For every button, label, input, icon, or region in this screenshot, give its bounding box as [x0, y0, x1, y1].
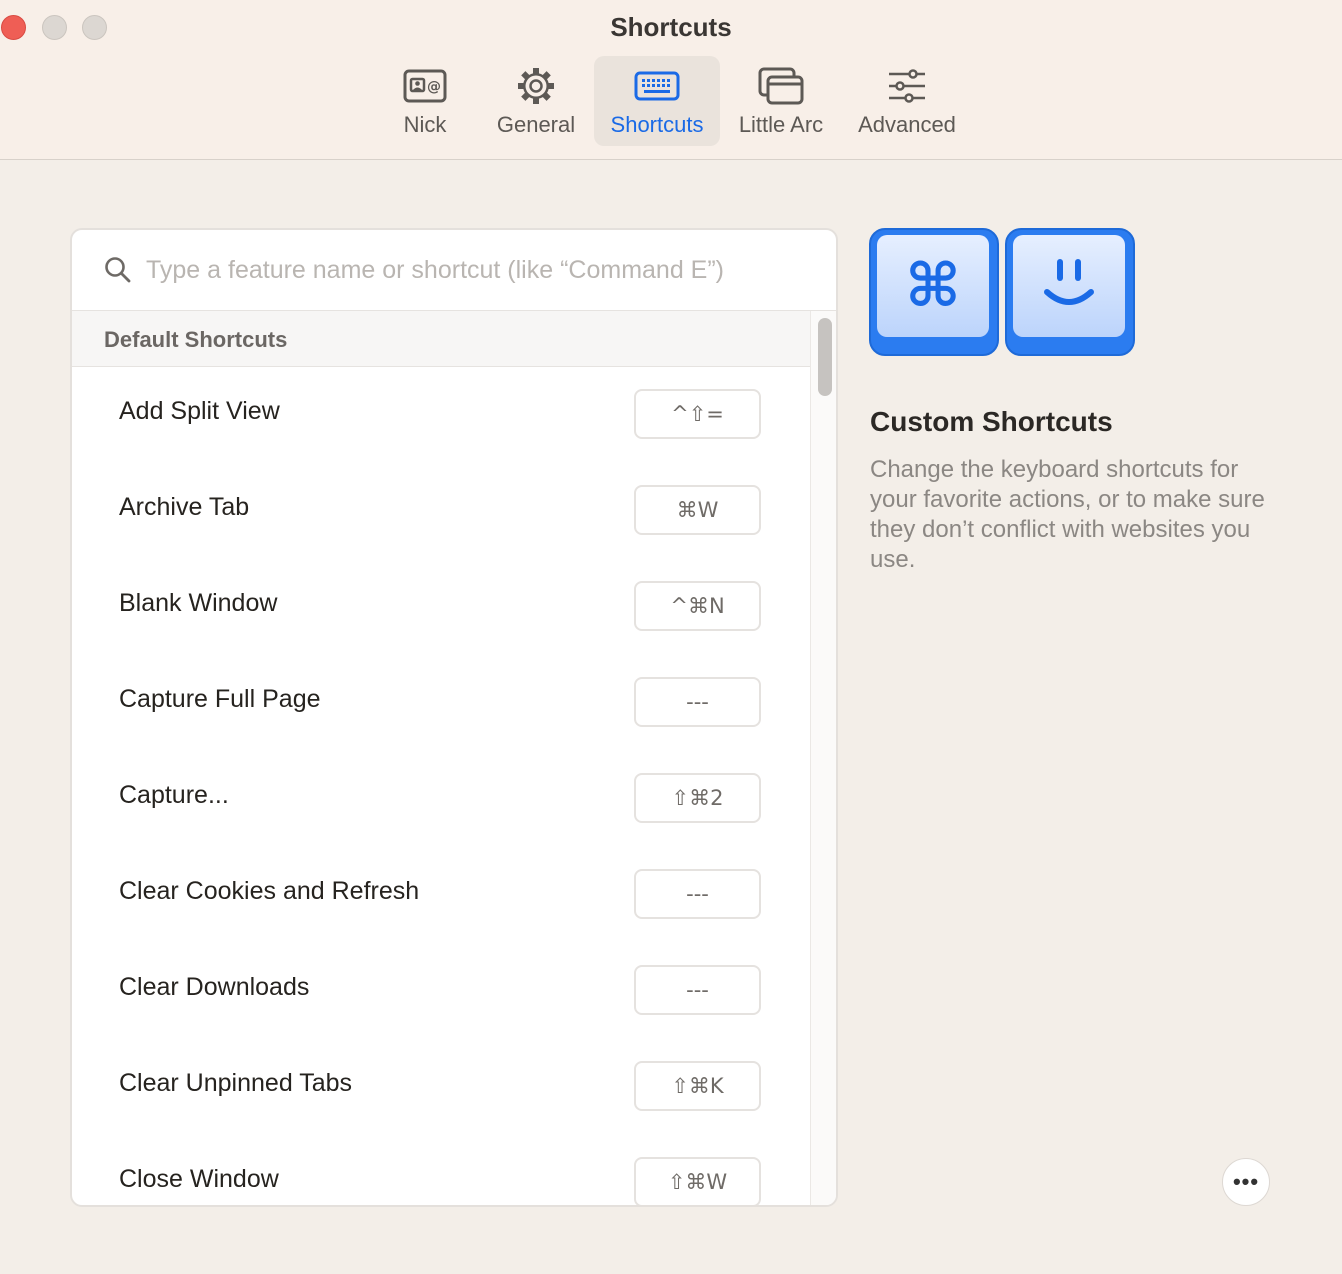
shortcut-row: Clear Downloads --- — [72, 943, 810, 1039]
search-icon — [104, 256, 132, 289]
shortcut-label: Blank Window — [119, 589, 278, 617]
shortcut-label: Clear Unpinned Tabs — [119, 1069, 353, 1097]
shortcuts-list-panel: Default Shortcuts Add Split View ^⇧= Arc… — [70, 228, 838, 1207]
window-title: Shortcuts — [610, 12, 732, 42]
shortcut-key-field[interactable]: ^⇧= — [634, 389, 761, 439]
shortcut-label: Add Split View — [119, 397, 280, 425]
shortcut-label: Clear Cookies and Refresh — [119, 877, 420, 905]
tab-label: General — [496, 112, 576, 137]
shortcut-key-field[interactable]: ⇧⌘K — [634, 1061, 761, 1111]
custom-shortcuts-title: Custom Shortcuts — [870, 406, 1113, 437]
smiley-key-illustration — [1005, 228, 1135, 356]
command-key-illustration: ⌘ — [869, 228, 999, 356]
sliders-icon — [887, 66, 927, 106]
keyboard-icon — [634, 66, 680, 106]
shortcut-row: Clear Unpinned Tabs ⇧⌘K — [72, 1039, 810, 1135]
shortcut-row: Blank Window ^⌘N — [72, 559, 810, 655]
shortcut-row: Archive Tab ⌘W — [72, 463, 810, 559]
search-input[interactable] — [146, 250, 806, 290]
tab-label: Advanced — [858, 112, 956, 137]
shortcut-key-field[interactable]: --- — [634, 869, 761, 919]
svg-text:@: @ — [427, 79, 441, 95]
command-key-icon: ⌘ — [905, 251, 961, 321]
shortcut-key-field[interactable]: --- — [634, 677, 761, 727]
shortcut-label: Archive Tab — [119, 493, 250, 521]
shortcut-key-field[interactable]: ⌘W — [634, 485, 761, 535]
shortcut-key-field[interactable]: ⇧⌘2 — [634, 773, 761, 823]
shortcut-row: Capture Full Page --- — [72, 655, 810, 751]
titlebar: Shortcuts @ Nick General Shortcuts Littl… — [0, 0, 1342, 160]
scrollbar-thumb[interactable] — [818, 318, 832, 396]
shortcut-row: Close Window ⇧⌘W — [72, 1135, 810, 1205]
shortcut-row: Add Split View ^⇧= — [72, 367, 810, 463]
shortcut-label: Capture... — [119, 781, 229, 809]
custom-shortcuts-description: Change the keyboard shortcuts for your f… — [870, 456, 1265, 573]
smiley-key-icon — [1039, 254, 1099, 319]
tab-label: Little Arc — [738, 112, 824, 137]
tab-advanced[interactable]: Advanced — [852, 56, 962, 146]
shortcut-key-field[interactable]: --- — [634, 965, 761, 1015]
tab-shortcuts[interactable]: Shortcuts — [594, 56, 720, 146]
shortcut-row: Capture... ⇧⌘2 — [72, 751, 810, 847]
tab-general[interactable]: General — [490, 56, 582, 146]
tab-label: Shortcuts — [610, 112, 704, 137]
section-header: Default Shortcuts — [72, 311, 810, 367]
shortcut-row: Clear Cookies and Refresh --- — [72, 847, 810, 943]
shortcut-label: Capture Full Page — [119, 685, 321, 713]
shortcut-key-field[interactable]: ⇧⌘W — [634, 1157, 761, 1205]
shortcut-label: Close Window — [119, 1165, 279, 1193]
shortcut-list: Add Split View ^⇧= Archive Tab ⌘W Blank … — [72, 367, 810, 1205]
gear-icon — [516, 66, 556, 106]
tab-nick[interactable]: @ Nick — [384, 56, 466, 146]
shortcut-key-field[interactable]: ^⌘N — [634, 581, 761, 631]
windows-icon — [758, 66, 804, 106]
tab-little-arc[interactable]: Little Arc — [728, 56, 834, 146]
scrollbar[interactable] — [810, 311, 836, 1205]
shortcut-label: Clear Downloads — [119, 973, 310, 1001]
search-bar — [72, 230, 836, 311]
more-options-button[interactable]: ••• — [1222, 1158, 1270, 1206]
section-header-label: Default Shortcuts — [104, 327, 288, 352]
tab-label: Nick — [403, 112, 447, 137]
contact-card-icon: @ — [403, 66, 447, 106]
